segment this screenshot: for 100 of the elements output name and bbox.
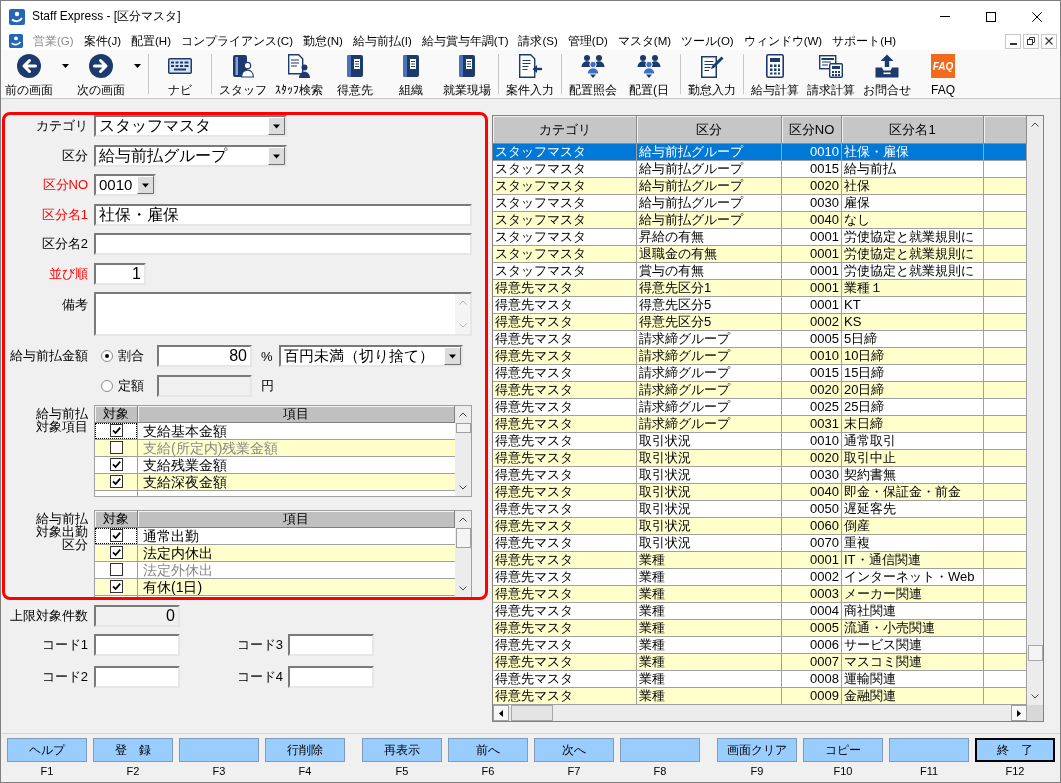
table-row[interactable]: スタッフマスタ 給与前払グループ 0040 なし [493, 212, 1027, 229]
toolbar-button[interactable]: 組織 [383, 50, 439, 98]
table-row[interactable]: スタッフマスタ 給与前払グループ 0015 給与前払 [493, 161, 1027, 178]
checkbox[interactable] [109, 458, 123, 471]
menu-item[interactable]: コンプライアンス(C) [176, 33, 298, 49]
scroll-right-button[interactable] [1011, 705, 1027, 721]
caret-icon[interactable] [137, 176, 154, 194]
menu-item[interactable]: 配置(H) [126, 33, 176, 49]
text-field[interactable]: 社保・雇保 [94, 203, 472, 226]
restore-button[interactable] [1023, 33, 1039, 49]
function-key-button[interactable]: 再表示 [362, 738, 442, 762]
function-key-button[interactable]: 終 了 [975, 738, 1055, 762]
toolbar-button[interactable]: 配置照会 [565, 50, 621, 98]
scroll-thumb[interactable] [455, 422, 471, 433]
function-key-button[interactable]: ヘルプ [7, 738, 87, 762]
table-row[interactable]: 得意先マスタ 業種 0001 IT・通信関連 [493, 552, 1027, 569]
function-key-button[interactable]: 行削除 [265, 738, 345, 762]
dropdown-field[interactable]: 給与前払グループ [94, 144, 287, 167]
checkbox[interactable] [109, 475, 123, 488]
vertical-scrollbar[interactable] [455, 405, 471, 496]
number-field[interactable]: 80 [157, 345, 252, 367]
toolbar-button[interactable]: 配置(日 [621, 50, 677, 98]
table-row[interactable]: 得意先マスタ 請求締グループ 0031 末日締 [493, 416, 1027, 433]
table-row[interactable]: 得意先マスタ 取引状況 0040 即金・保証金・前金 [493, 484, 1027, 501]
table-row[interactable]: 得意先マスタ 業種 0007 マスコミ関連 [493, 654, 1027, 671]
table-row[interactable]: 得意先マスタ 業種 0002 インターネット・Web [493, 569, 1027, 586]
table-row[interactable]: 得意先マスタ 請求締グループ 0025 25日締 [493, 399, 1027, 416]
caret-icon[interactable] [444, 347, 461, 365]
radio-icon[interactable] [101, 379, 113, 392]
text-field[interactable] [94, 634, 180, 656]
table-row[interactable]: スタッフマスタ 昇給の有無 0001 労使協定と就業規則に [493, 229, 1027, 246]
table-row[interactable]: 得意先マスタ 業種 0005 流通・小売関連 [493, 620, 1027, 637]
table-row[interactable]: 得意先マスタ 取引状況 0060 倒産 [493, 518, 1027, 535]
toolbar-button[interactable]: 給与計算 [747, 50, 803, 98]
column-header[interactable]: 区分名1 [842, 116, 984, 144]
column-header[interactable]: カテゴリ [493, 116, 637, 144]
caret-icon[interactable] [268, 146, 285, 165]
scroll-down-icon[interactable] [459, 484, 467, 490]
table-row[interactable]: スタッフマスタ 給与前払グループ 0010 社保・雇保 [493, 144, 1027, 161]
table-row[interactable]: 得意先マスタ 請求締グループ 0010 10日締 [493, 348, 1027, 365]
toolbar-button[interactable]: ｽﾀｯﾌ検索 [271, 50, 327, 98]
scroll-up-icon[interactable] [1031, 122, 1039, 127]
menu-item[interactable]: マスタ(M) [612, 33, 677, 49]
table-row[interactable]: 得意先マスタ 得意先区分1 0001 業種１ [493, 280, 1027, 297]
scroll-thumb[interactable] [455, 527, 471, 548]
text-field[interactable] [288, 666, 374, 688]
table-row[interactable]: 得意先マスタ 請求締グループ 0005 5日締 [493, 331, 1027, 348]
menu-item[interactable]: 給与賞与年調(T) [416, 33, 514, 49]
table-row[interactable]: 得意先マスタ 業種 0009 金融関連 [493, 688, 1027, 705]
menu-item[interactable]: サポート(H) [827, 33, 902, 49]
menu-item[interactable]: 給与前払(I) [347, 33, 417, 49]
menu-item[interactable]: 案件(J) [78, 33, 127, 49]
table-row[interactable]: 得意先マスタ 得意先区分5 0001 KT [493, 297, 1027, 314]
number-field[interactable] [157, 374, 252, 397]
toolbar-button[interactable]: お問合せ [859, 50, 915, 98]
scroll-thumb[interactable] [511, 705, 553, 721]
toolbar-button[interactable]: 就業現場 [439, 50, 495, 98]
table-row[interactable]: 得意先マスタ 取引状況 0050 遅延客先 [493, 501, 1027, 518]
horizontal-scrollbar[interactable] [493, 705, 1027, 721]
app-icon[interactable] [9, 34, 23, 48]
table-row[interactable]: スタッフマスタ 賞与の有無 0001 労使協定と就業規則に [493, 263, 1027, 280]
number-field[interactable]: 1 [94, 262, 146, 285]
caret-icon[interactable] [268, 117, 285, 135]
scroll-thumb[interactable] [1027, 645, 1043, 661]
table-row[interactable]: 得意先マスタ 得意先区分5 0002 KS [493, 314, 1027, 331]
toolbar-button[interactable]: 案件入力 [502, 50, 558, 98]
table-row[interactable]: スタッフマスタ 給与前払グループ 0020 社保 [493, 178, 1027, 195]
menu-item[interactable]: 請求(S) [513, 33, 563, 49]
checkbox[interactable] [109, 529, 123, 542]
checkbox[interactable] [109, 563, 123, 576]
table-row[interactable]: 得意先マスタ 取引状況 0030 契約書無 [493, 467, 1027, 484]
toolbar-button[interactable]: 次の画面 [73, 50, 129, 98]
radio-option[interactable]: 定額 [101, 376, 151, 395]
dropdown-field[interactable]: 0010 [94, 174, 156, 196]
table-row[interactable]: 得意先マスタ 取引状況 0070 重複 [493, 535, 1027, 552]
close-button[interactable] [1041, 33, 1057, 49]
column-header[interactable]: 区分NO [782, 116, 842, 144]
vertical-scrollbar[interactable] [1027, 116, 1043, 705]
table-row[interactable]: スタッフマスタ 給与前払グループ 0030 雇保 [493, 195, 1027, 212]
scroll-down-icon[interactable] [459, 585, 467, 591]
dropdown-field[interactable]: 百円未満（切り捨て） [279, 345, 463, 367]
menu-item[interactable]: 勤怠(N) [297, 33, 348, 49]
column-header[interactable]: 区分 [637, 116, 782, 144]
menu-item[interactable]: 管理(D) [562, 33, 613, 49]
checkbox[interactable] [109, 424, 123, 437]
checkbox[interactable] [109, 580, 123, 593]
scroll-down-icon[interactable] [1031, 694, 1039, 699]
text-field[interactable] [94, 666, 180, 688]
table-row[interactable]: スタッフマスタ 退職金の有無 0001 労使協定と就業規則に [493, 246, 1027, 263]
table-row[interactable]: 得意先マスタ 業種 0006 サービス関連 [493, 637, 1027, 654]
scroll-up-icon[interactable] [459, 411, 467, 417]
function-key-button[interactable]: 登 録 [93, 738, 173, 762]
radio-icon[interactable] [101, 350, 113, 362]
text-field[interactable] [94, 233, 472, 255]
table-row[interactable]: 得意先マスタ 請求締グループ 0020 20日締 [493, 382, 1027, 399]
table-row[interactable]: 得意先マスタ 業種 0004 商社関連 [493, 603, 1027, 620]
table-row[interactable]: 得意先マスタ 業種 0008 運輸関連 [493, 671, 1027, 688]
dropdown-field[interactable]: スタッフマスタ [94, 115, 287, 137]
function-key-button[interactable]: 前へ [448, 738, 528, 762]
toolbar-button[interactable]: ナビ [152, 50, 208, 98]
